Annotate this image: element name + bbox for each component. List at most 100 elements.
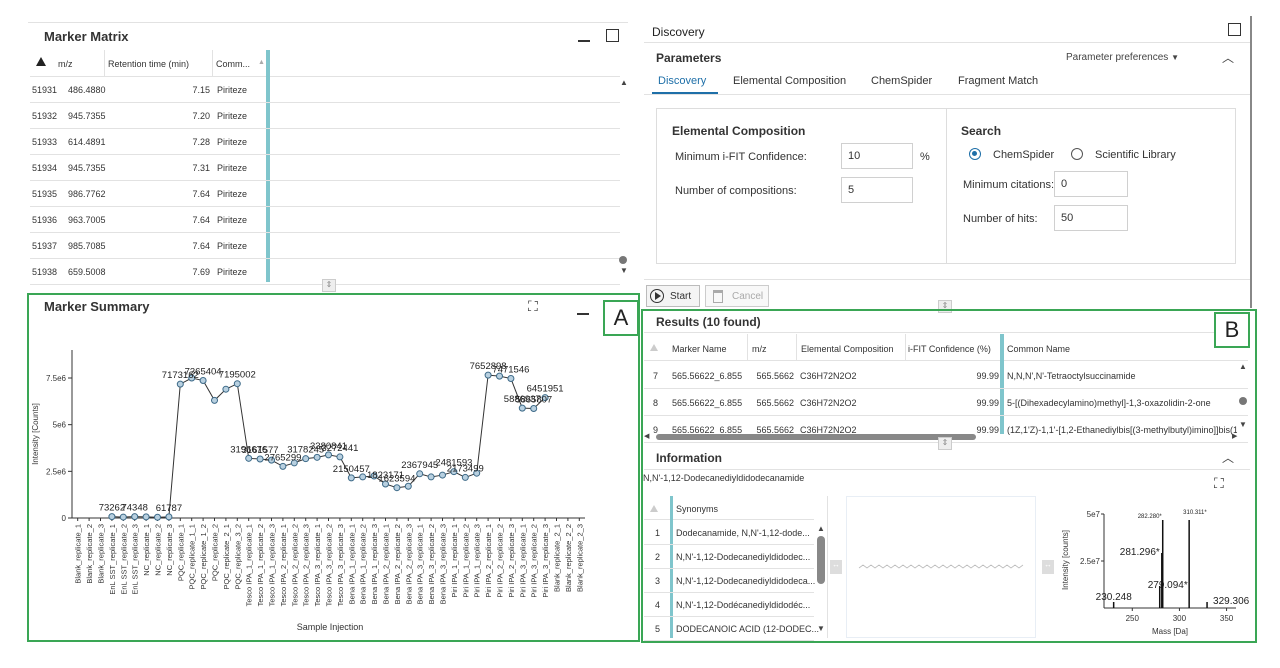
resize-handle[interactable]: ⇕ — [938, 437, 952, 450]
start-label: Start — [670, 291, 692, 302]
min-ifit-input[interactable]: 10 — [841, 143, 913, 169]
elemental-composition-cell: C36H72N2O2 — [800, 371, 857, 381]
tab-discovery[interactable]: Discovery — [658, 75, 706, 87]
expand-icon[interactable]: ⛶ — [1214, 475, 1230, 491]
col-ifit-confidence[interactable]: i-FIT Confidence (%) — [908, 344, 991, 354]
list-item[interactable]: 4 N,N'-1,12-Dodécanediyldidodéc... — [644, 593, 814, 617]
row-number: 8 — [653, 398, 659, 408]
col-comment[interactable]: Comm... — [216, 59, 250, 69]
start-button[interactable]: Start — [646, 285, 700, 307]
col-marker-name[interactable]: Marker Name — [672, 344, 727, 354]
x-tick-label: Bena IPA_3_replicate_1 — [416, 524, 425, 604]
data-point — [154, 513, 161, 521]
splitter-handle[interactable]: ↔ — [830, 560, 842, 574]
mz-cell: 945.7355 — [68, 163, 106, 173]
col-elemental-composition[interactable]: Elemental Composition — [801, 344, 894, 354]
expand-icon[interactable]: ⛶ — [528, 298, 544, 314]
radio-chemspider[interactable] — [969, 148, 981, 160]
y-tick-label: 5e7 — [1087, 510, 1101, 519]
radio-scientific-library[interactable] — [1071, 148, 1083, 160]
cancel-button[interactable]: Cancel — [705, 285, 769, 307]
num-compositions-input[interactable]: 5 — [841, 177, 913, 203]
x-tick-label: Bena IPA_2_replicate_1 — [382, 524, 391, 604]
min-ifit-unit: % — [920, 151, 930, 163]
table-row[interactable]: 51935 986.7762 7.64 Piriteze — [30, 181, 620, 207]
resize-handle[interactable]: ⇕ — [322, 279, 336, 292]
table-row[interactable]: 51932 945.7355 7.20 Piriteze — [30, 103, 620, 129]
y-tick-label: 7.5e6 — [46, 374, 67, 383]
synonyms-scrollbar[interactable]: ▲ ▼ — [816, 524, 826, 636]
tab-fragment-match[interactable]: Fragment Match — [958, 75, 1038, 87]
row-id: 51931 — [32, 85, 58, 95]
x-axis-label: Sample Injection — [297, 622, 364, 632]
results-vscrollbar[interactable]: ▲ ▼ — [1238, 362, 1248, 432]
data-point — [279, 462, 287, 470]
common-name-cell: 5-[(Dihexadecylamino)methyl]-1,3-oxazoli… — [1007, 398, 1211, 408]
trash-icon — [713, 290, 723, 303]
minimize-icon[interactable] — [578, 40, 590, 42]
information-title: Information — [656, 451, 722, 465]
x-tick-label: Tesco IPA_1_replicate_1 — [245, 524, 254, 606]
col-common-name[interactable]: Common Name — [1007, 344, 1070, 354]
data-label: 3272441 — [321, 443, 358, 454]
collapse-icon[interactable]: ︿ — [1222, 449, 1234, 466]
x-tick-label: Bena IPA_3_replicate_3 — [439, 524, 448, 604]
data-point — [256, 455, 264, 463]
sort-icon[interactable] — [650, 344, 658, 351]
row-number: 7 — [653, 371, 659, 381]
marker-summary-title: Marker Summary — [44, 299, 150, 314]
data-point — [439, 471, 446, 479]
list-item[interactable]: 2 N,N'-1,12-Dodecanediyldidodec... — [644, 545, 814, 569]
data-point — [211, 396, 218, 404]
row-id: 51933 — [32, 137, 58, 147]
num-hits-input[interactable]: 50 — [1054, 205, 1128, 231]
data-point — [461, 473, 469, 481]
comment-cell: Piriteze — [217, 163, 248, 173]
data-point — [302, 455, 310, 463]
table-row[interactable]: 51937 985.7085 7.64 Piriteze — [30, 233, 620, 259]
splitter-handle[interactable]: ↔ — [1042, 560, 1054, 574]
table-row[interactable]: 7 565.56622_6.855 565.5662 C36H72N2O2 99.99 N… — [644, 362, 1248, 389]
list-item[interactable]: 3 N,N'-1,12-Dodecanediyldidodeca... — [644, 569, 816, 593]
col-mz[interactable]: m/z — [752, 344, 767, 354]
x-tick-label: 250 — [1126, 614, 1140, 623]
min-citations-input[interactable]: 0 — [1054, 171, 1128, 197]
sort-icon[interactable] — [36, 57, 46, 66]
col-synonyms[interactable]: Synonyms — [676, 504, 718, 514]
data-point — [142, 513, 150, 521]
table-row[interactable]: 51933 614.4891 7.28 Piriteze — [30, 129, 620, 155]
col-mz[interactable]: m/z — [58, 59, 73, 69]
x-tick-label: NC_replicate_2 — [154, 524, 163, 576]
maximize-icon[interactable] — [1228, 23, 1241, 36]
table-row[interactable]: 51936 963.7005 7.64 Piriteze — [30, 207, 620, 233]
list-item[interactable]: 1 Dodecanamide, N,N'-1,12-dode... — [644, 521, 814, 545]
list-item[interactable]: 5 DODECANOIC ACID (12-DODEC... — [644, 617, 819, 641]
comment-cell: Piriteze — [217, 241, 248, 251]
x-tick-label: Tesco IPA_2_replicate_2 — [290, 524, 299, 606]
y-axis-label: Intensity [Counts] — [31, 403, 40, 465]
comment-cell: Piriteze — [217, 189, 248, 199]
row-id: 51937 — [32, 241, 58, 251]
collapse-icon[interactable]: ︿ — [1222, 49, 1234, 66]
data-point — [233, 380, 241, 388]
mz-cell: 945.7355 — [68, 111, 106, 121]
x-tick-label: Bena IPA_1_replicate_2 — [359, 524, 368, 604]
cancel-label: Cancel — [732, 291, 764, 302]
table-row[interactable]: 51934 945.7355 7.31 Piriteze — [30, 155, 620, 181]
x-tick-label: Tesco IPA_1_replicate_2 — [256, 524, 265, 606]
tab-elemental-composition[interactable]: Elemental Composition — [733, 75, 846, 87]
minimize-icon[interactable] — [577, 313, 589, 315]
table-row[interactable]: 8 565.56622_6.855 565.5662 C36H72N2O2 99.99 5… — [644, 389, 1248, 416]
sort-icon[interactable] — [650, 505, 658, 512]
maximize-icon[interactable] — [606, 29, 619, 42]
matrix-scrollbar[interactable]: ▲ ▼ — [618, 78, 628, 278]
synonym-cell: Dodecanamide, N,N'-1,12-dode... — [676, 528, 810, 538]
synonym-cell: N,N'-1,12-Dodecanediyldidodeca... — [676, 576, 816, 586]
col-retention-time[interactable]: Retention time (min) — [108, 59, 189, 69]
parameter-preferences-dropdown[interactable]: Parameter preferences ▼ — [1066, 52, 1179, 63]
tab-chemspider[interactable]: ChemSpider — [871, 75, 932, 87]
row-number: 3 — [655, 576, 661, 586]
x-tick-label: PQC_replicate_3_2 — [233, 524, 242, 589]
table-row[interactable]: 51931 486.4880 7.15 Piriteze — [30, 77, 620, 103]
x-tick-label: Piri IPA_2_replicate_3 — [507, 524, 516, 598]
